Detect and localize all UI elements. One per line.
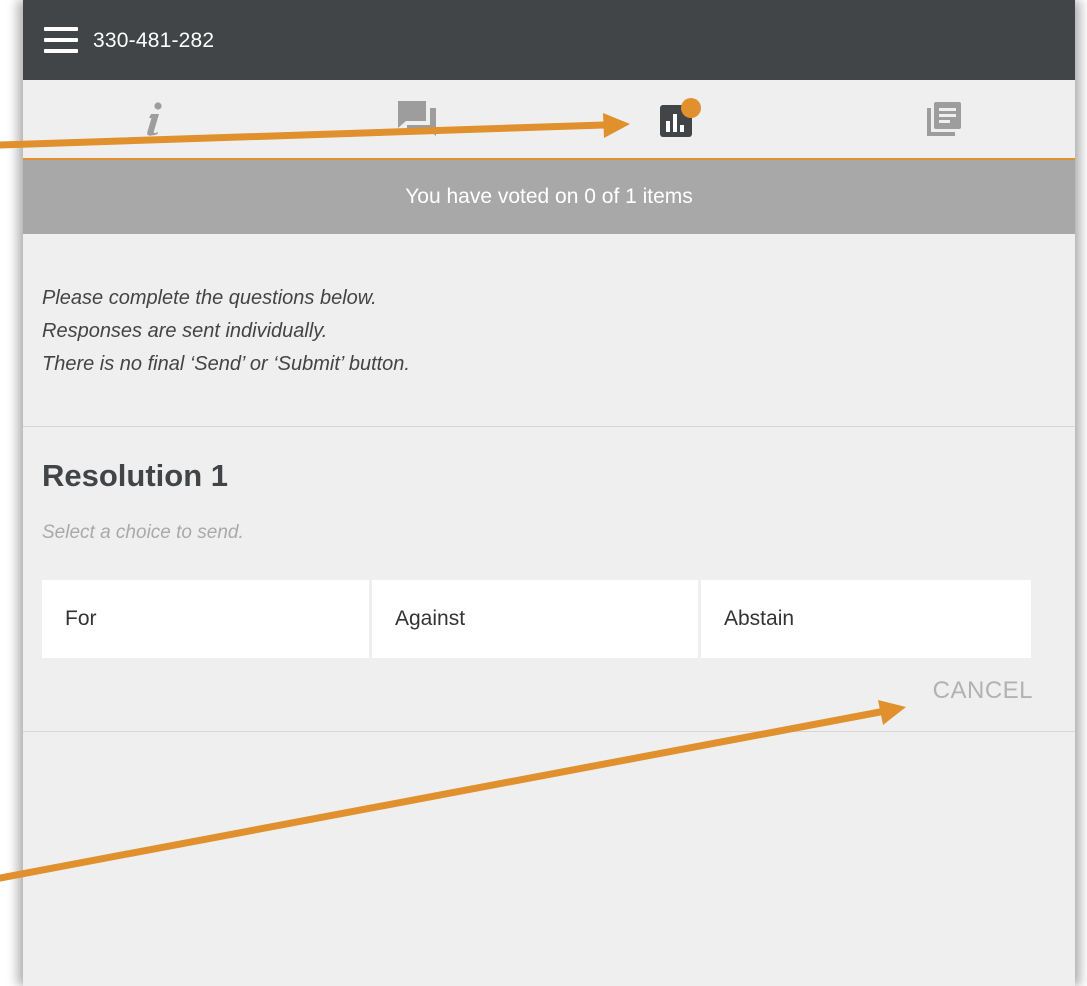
instructions: Please complete the questions below. Res… — [42, 282, 942, 381]
choice-abstain-button[interactable]: Abstain — [701, 580, 1031, 658]
tab-messages[interactable] — [286, 80, 549, 158]
info-icon — [146, 102, 162, 136]
chat-icon — [397, 101, 436, 136]
tab-documents[interactable] — [812, 80, 1075, 158]
app-frame: 330-481-282 You have voted on 0 of 1 ite… — [23, 0, 1075, 986]
cancel-button[interactable]: CANCEL — [933, 677, 1033, 705]
divider — [23, 731, 1075, 732]
hamburger-menu-icon[interactable] — [44, 27, 78, 53]
choice-group: For Against Abstain — [42, 580, 1031, 658]
instruction-line: Responses are sent individually. — [42, 320, 328, 342]
notification-badge — [680, 98, 701, 118]
top-bar: 330-481-282 — [23, 0, 1075, 80]
tab-polls[interactable] — [549, 80, 812, 158]
bar-chart-icon — [659, 98, 701, 137]
resolution-hint: Select a choice to send. — [42, 522, 244, 543]
tab-info[interactable] — [23, 80, 286, 158]
instruction-line: Please complete the questions below. — [42, 287, 377, 309]
instruction-line: There is no final ‘Send’ or ‘Submit’ but… — [42, 353, 410, 375]
resolution-title: Resolution 1 — [42, 458, 229, 493]
divider — [23, 426, 1075, 427]
tab-bar — [23, 80, 1075, 160]
vote-status-bar: You have voted on 0 of 1 items — [23, 160, 1075, 234]
choice-for-button[interactable]: For — [42, 580, 369, 658]
meeting-id: 330-481-282 — [93, 29, 215, 52]
document-icon — [926, 102, 961, 136]
choice-against-button[interactable]: Against — [372, 580, 698, 658]
